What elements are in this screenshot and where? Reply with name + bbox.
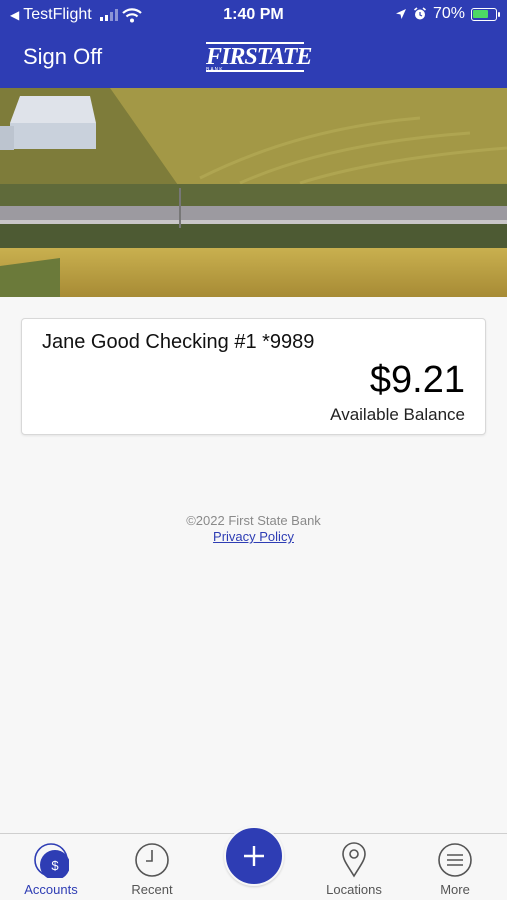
status-bar: ◀ TestFlight 1:40 PM 70% — [0, 0, 507, 30]
battery-level-fill — [473, 9, 488, 18]
farm-landscape-illustration — [0, 88, 507, 297]
hero-farm-image — [0, 88, 507, 297]
svg-text:$: $ — [51, 858, 59, 873]
add-button[interactable] — [224, 826, 284, 886]
tab-recent[interactable]: Recent — [102, 834, 202, 900]
battery-charging-icon — [471, 7, 500, 21]
account-balance: $9.21 — [369, 359, 465, 401]
sign-off-button[interactable]: Sign Off — [23, 44, 102, 70]
account-card[interactable]: Jane Good Checking #1 *9989 $9.21 Availa… — [21, 318, 486, 435]
account-name: Jane Good Checking #1 *9989 — [42, 331, 315, 353]
alarm-icon — [413, 7, 426, 20]
tab-label: Recent — [131, 882, 173, 897]
map-pin-icon — [342, 842, 366, 878]
tab-accounts[interactable]: $ Accounts — [1, 834, 101, 900]
clock-icon — [135, 843, 169, 877]
accounts-dollar-icon: $ — [34, 843, 69, 878]
firstate-logo: FIRSTATE BANK — [206, 40, 312, 76]
tab-label: More — [440, 882, 470, 897]
copyright-text: ©2022 First State Bank — [186, 513, 321, 528]
battery-percent: 70% — [432, 5, 465, 22]
tab-more[interactable]: More — [405, 834, 505, 900]
menu-icon — [438, 843, 472, 877]
privacy-policy-container: Privacy Policy — [0, 529, 507, 544]
app-header: Sign Off FIRSTATE BANK — [0, 30, 507, 88]
status-bar-right: 70% — [395, 5, 500, 23]
location-arrow-icon — [395, 9, 406, 19]
tab-locations[interactable]: Locations — [304, 834, 404, 900]
available-balance-label: Available Balance — [330, 405, 465, 424]
privacy-policy-link[interactable]: Privacy Policy — [213, 529, 294, 544]
tab-label: Locations — [326, 882, 382, 897]
logo-subtext: BANK — [206, 67, 224, 73]
tab-label: Accounts — [24, 882, 78, 897]
plus-icon — [244, 846, 264, 866]
